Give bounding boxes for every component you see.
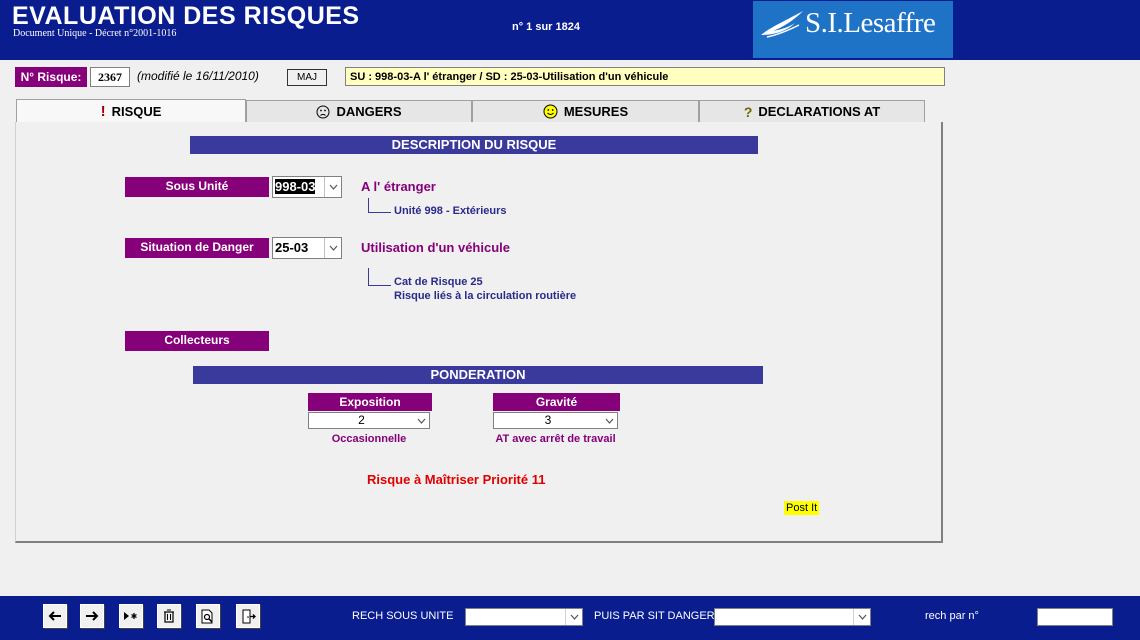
situation-danger-label: Situation de Danger [125, 238, 269, 258]
description-section-title: DESCRIPTION DU RISQUE [190, 136, 758, 154]
new-record-icon [124, 612, 137, 620]
gravite-description: AT avec arrêt de travail [495, 433, 616, 445]
app-subtitle: Document Unique - Décret n°2001-1016 [13, 28, 177, 39]
chevron-down-icon[interactable] [565, 609, 582, 625]
sous-unite-value: 998-03 [275, 179, 316, 194]
tab-dangers[interactable]: DANGERS [246, 100, 472, 122]
sous-unite-description: A l' étranger [361, 179, 436, 194]
gravite-select[interactable]: 3 [493, 412, 618, 429]
category-text: Cat de Risque 25 [394, 276, 483, 288]
situation-danger-value: 25-03 [275, 240, 309, 255]
collecteurs-button[interactable]: Collecteurs [125, 331, 269, 351]
chevron-down-icon[interactable] [324, 238, 341, 258]
logo: S.I.Lesaffre [753, 1, 953, 58]
risk-summary: SU : 998-03-A l' étranger / SD : 25-03-U… [345, 67, 945, 86]
chevron-down-icon[interactable] [414, 413, 429, 428]
chevron-down-icon[interactable] [602, 413, 617, 428]
sous-unite-label: Sous Unité [125, 177, 269, 197]
search-subunit-label: RECH SOUS UNITE [352, 610, 454, 622]
record-counter: n° 1 sur 1824 [512, 21, 580, 33]
tab-label: MESURES [563, 104, 629, 119]
exposition-value: 2 [358, 413, 365, 427]
tab-label: DECLARATIONS AT [758, 104, 881, 119]
situation-danger-select[interactable]: 25-03 [272, 237, 342, 259]
exit-button[interactable] [236, 604, 260, 628]
search-danger-situation-select[interactable] [714, 608, 871, 626]
priority-text: Risque à Maîtriser Priorité 11 [367, 472, 546, 487]
chevron-down-icon[interactable] [324, 177, 341, 197]
tab-label: RISQUE [111, 104, 162, 119]
tab-risque[interactable]: ! RISQUE [16, 99, 246, 123]
tree-connector [368, 198, 391, 213]
bird-logo-icon [761, 11, 803, 38]
risk-number-field[interactable]: 2367 [90, 67, 130, 87]
logo-text: S.I.Lesaffre [805, 7, 936, 39]
trash-icon [164, 609, 174, 623]
situation-danger-description: Utilisation d'un véhicule [361, 240, 510, 255]
search-subunit-select[interactable] [465, 608, 583, 626]
exposition-label: Exposition [308, 393, 432, 411]
exclamation-icon: ! [100, 103, 106, 120]
app-title: EVALUATION DES RISQUES [12, 2, 360, 30]
maj-button[interactable]: MAJ [287, 69, 327, 86]
risk-number-label: N° Risque: [15, 67, 87, 87]
search-number-input[interactable] [1037, 608, 1113, 626]
sad-face-icon [316, 105, 330, 118]
tab-declarations-at[interactable]: ? DECLARATIONS AT [699, 100, 925, 122]
next-record-button[interactable] [80, 604, 104, 628]
chevron-down-icon[interactable] [853, 609, 870, 625]
exposition-description: Occasionnelle [331, 433, 407, 445]
new-record-button[interactable] [119, 604, 143, 628]
arrow-left-icon [48, 611, 61, 621]
arrow-right-icon [86, 611, 99, 621]
print-preview-icon [201, 609, 213, 623]
tree-connector [368, 268, 391, 286]
sous-unite-select[interactable]: 998-03 [272, 176, 342, 198]
post-it-button[interactable]: Post It [784, 501, 820, 515]
risk-related-text: Risque liés à la circulation routière [394, 290, 577, 302]
tab-label: DANGERS [336, 104, 402, 119]
question-icon: ? [743, 103, 753, 120]
gravite-label: Gravité [493, 393, 620, 411]
gravite-value: 3 [544, 413, 552, 427]
modified-date: (modifié le 16/11/2010) [137, 69, 259, 83]
exposition-select[interactable]: 2 [308, 412, 430, 429]
print-preview-button[interactable] [196, 604, 220, 628]
exit-door-icon [242, 609, 256, 623]
previous-record-button[interactable] [43, 604, 67, 628]
tab-mesures[interactable]: MESURES [472, 100, 699, 122]
smiley-icon [543, 104, 558, 119]
delete-record-button[interactable] [157, 604, 181, 628]
search-danger-situation-label: PUIS PAR SIT DANGER [594, 610, 715, 622]
search-number-label: rech par n° [925, 610, 979, 622]
unite-text: Unité 998 - Extérieurs [394, 205, 507, 217]
ponderation-section-title: PONDERATION [193, 366, 763, 384]
